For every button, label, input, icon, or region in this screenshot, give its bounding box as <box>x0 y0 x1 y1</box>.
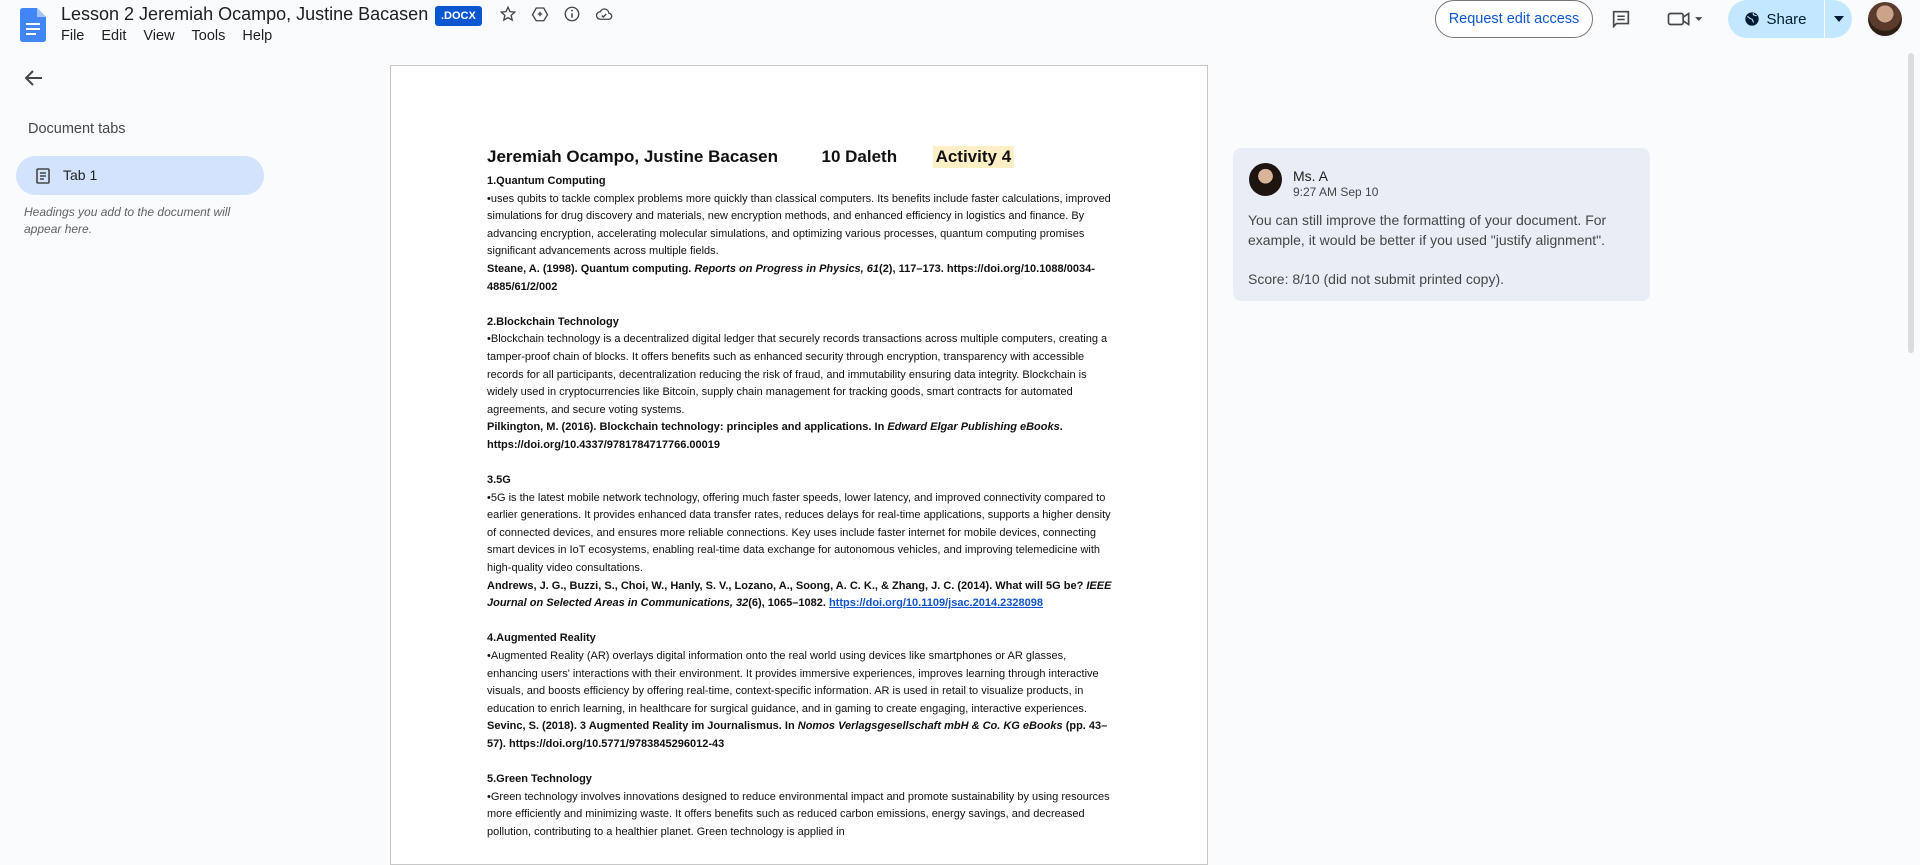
document-section: 1.Quantum Computing •uses qubits to tack… <box>487 173 1117 314</box>
comment-timestamp: 9:27 AM Sep 10 <box>1293 185 1379 199</box>
citation-source: Edward Elgar Publishing eBooks <box>887 421 1060 434</box>
menu-file[interactable]: File <box>61 28 92 44</box>
citation: Pilkington, M. (2016). Blockchain techno… <box>487 419 1117 454</box>
document-section: 5.Green Technology •Green technology invo… <box>487 771 1117 841</box>
section-title: 4.Augmented Reality <box>487 632 596 645</box>
citation-link[interactable]: https://doi.org/10.1109/jsac.2014.232809… <box>829 597 1043 609</box>
menu-view[interactable]: View <box>143 28 182 44</box>
share-button[interactable]: Share <box>1728 0 1823 38</box>
heading-section: 10 Daleth <box>821 147 898 166</box>
docs-logo-icon[interactable] <box>20 8 46 42</box>
user-avatar[interactable] <box>1868 2 1902 36</box>
citation-text: Steane, A. (1998). Quantum computing. <box>487 262 695 275</box>
document-page[interactable]: Jeremiah Ocampo, Justine Bacasen 10 Dale… <box>390 65 1208 865</box>
citation-text: Andrews, J. G., Buzzi, S., Choi, W., Han… <box>487 579 1087 592</box>
comment-score: Score: 8/10 (did not submit printed copy… <box>1248 271 1505 287</box>
menu-edit[interactable]: Edit <box>101 28 134 44</box>
document-heading: Jeremiah Ocampo, Justine Bacasen 10 Dale… <box>487 146 1117 168</box>
back-arrow-icon[interactable] <box>22 66 46 90</box>
top-bar: Lesson 2 Jeremiah Ocampo, Justine Bacase… <box>0 0 1920 50</box>
citation-text: Pilkington, M. (2016). Blockchain techno… <box>487 421 888 434</box>
document-title[interactable]: Lesson 2 Jeremiah Ocampo, Justine Bacase… <box>61 4 428 25</box>
document-body[interactable]: Jeremiah Ocampo, Justine Bacasen 10 Dale… <box>487 146 1117 842</box>
tab-1[interactable]: Tab 1 <box>16 156 264 195</box>
commenter-avatar <box>1249 163 1282 196</box>
chevron-down-icon <box>1834 16 1844 22</box>
cloud-status-icon[interactable] <box>593 3 615 25</box>
menu-bar: File Edit View Tools Help <box>61 28 289 44</box>
comment-author: Ms. A <box>1293 168 1329 184</box>
heading-activity: Activity 4 <box>932 146 1015 168</box>
tab-label: Tab 1 <box>63 167 98 183</box>
docx-badge: .DOCX <box>435 6 482 26</box>
tabs-hint-text: Headings you add to the document will ap… <box>24 205 231 236</box>
document-sections: 1.Quantum Computing •uses qubits to tack… <box>487 173 1117 842</box>
section-title: 5.Green Technology <box>487 773 592 786</box>
citation: Sevinc, S. (2018). 3 Augmented Reality i… <box>487 718 1117 753</box>
share-button-group: Share <box>1728 0 1852 38</box>
document-tabs-heading: Document tabs <box>28 121 126 137</box>
citation-text: (6), 1065–1082. <box>748 597 829 610</box>
section-body: •5G is the latest mobile network technol… <box>487 491 1111 575</box>
meet-camera-icon[interactable] <box>1665 8 1705 30</box>
vertical-scrollbar[interactable] <box>1908 53 1914 353</box>
star-icon[interactable] <box>497 3 519 25</box>
move-to-drive-icon[interactable] <box>529 3 551 25</box>
citation-text: Sevinc, S. (2018). 3 Augmented Reality i… <box>487 720 798 733</box>
heading-names: Jeremiah Ocampo, Justine Bacasen <box>487 147 779 166</box>
section-title: 3.5G <box>487 474 511 487</box>
section-title: 1.Quantum Computing <box>487 175 606 187</box>
document-section: 3.5G •5G is the latest mobile network tec… <box>487 472 1117 630</box>
share-options-button[interactable] <box>1824 0 1853 38</box>
globe-icon <box>1745 12 1760 26</box>
section-body: •uses qubits to tackle complex problems … <box>487 192 1111 258</box>
comment-text: You can still improve the formatting of … <box>1248 212 1607 248</box>
document-section: 4.Augmented Reality •Augmented Reality (A… <box>487 630 1117 771</box>
share-label: Share <box>1766 10 1807 28</box>
section-body: •Green technology involves innovations d… <box>487 790 1110 838</box>
comment-card[interactable]: Ms. A 9:27 AM Sep 10 You can still impro… <box>1233 148 1650 301</box>
menu-tools[interactable]: Tools <box>192 28 234 44</box>
comment-history-icon[interactable] <box>1610 8 1632 30</box>
info-icon[interactable] <box>561 3 583 25</box>
citation-source: Nomos Verlagsgesellschaft mbH & Co. KG e… <box>797 720 1063 733</box>
section-body: •Blockchain technology is a decentralize… <box>487 333 1108 416</box>
section-title: 2.Blockchain Technology <box>487 315 619 328</box>
section-body: •Augmented Reality (AR) overlays digital… <box>487 650 1099 715</box>
document-section: 2.Blockchain Technology •Blockchain techn… <box>487 314 1117 472</box>
citation: Steane, A. (1998). Quantum computing. Re… <box>487 261 1117 296</box>
citation-source: Reports on Progress in Physics, 61 <box>694 262 880 275</box>
menu-help[interactable]: Help <box>242 28 280 44</box>
request-edit-access-button[interactable]: Request edit access <box>1435 0 1593 38</box>
document-tab-icon <box>36 168 50 184</box>
citation: Andrews, J. G., Buzzi, S., Choi, W., Han… <box>487 578 1117 613</box>
